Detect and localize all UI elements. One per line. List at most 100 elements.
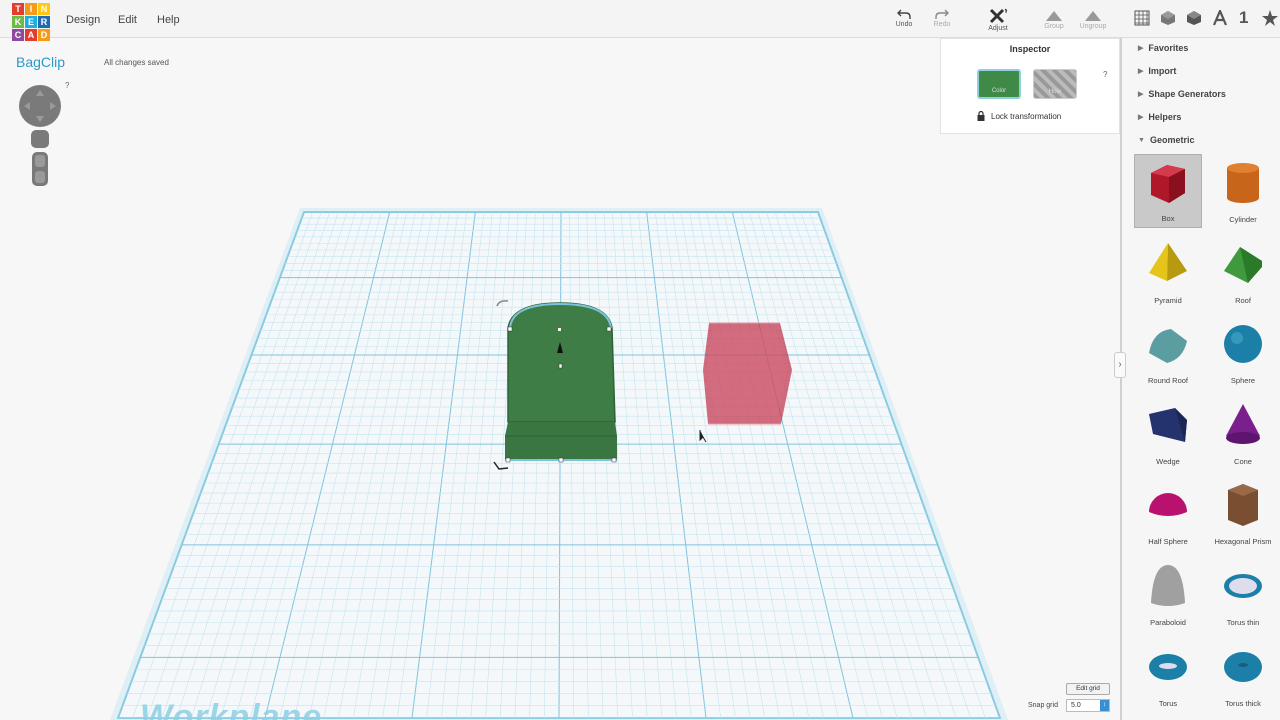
shape-pyramid[interactable]: Pyramid — [1134, 235, 1202, 309]
shape-label: Box — [1161, 214, 1175, 223]
adjust-button[interactable]: Adjust — [980, 8, 1016, 32]
logo-letter: N — [38, 3, 50, 15]
ungroup-label: Ungroup — [1079, 23, 1107, 30]
logo-letter: E — [25, 16, 37, 28]
half-sphere-icon — [1149, 493, 1187, 517]
pyramid-icon — [1149, 242, 1187, 281]
paraboloid-icon — [1151, 565, 1185, 606]
inspector-help-icon[interactable]: ? — [1103, 70, 1107, 79]
menu-edit[interactable]: Edit — [118, 14, 137, 26]
shape-paraboloid[interactable]: Paraboloid — [1134, 557, 1202, 631]
panel-section-label: Geometric — [1149, 135, 1195, 145]
adjust-label: Adjust — [988, 25, 1008, 32]
help-question-icon[interactable]: ? — [65, 81, 69, 90]
group-label: Group — [1044, 23, 1064, 30]
top-toolbar: Design Edit Help Undo Redo Adjust Group … — [0, 0, 1280, 38]
shape-label: Half Sphere — [1148, 537, 1188, 547]
workplane-canvas[interactable] — [0, 38, 1120, 720]
shape-box[interactable]: Box — [1134, 154, 1202, 228]
torus-icon — [1149, 653, 1187, 680]
lock-transformation-toggle[interactable]: Lock transformation — [977, 111, 1061, 121]
group-button[interactable]: Group — [1036, 8, 1072, 30]
shape-label: Torus thick — [1225, 698, 1261, 708]
shape-wedge[interactable]: Wedge — [1134, 396, 1202, 470]
ungroup-button[interactable]: Ungroup — [1075, 8, 1111, 30]
shape-label: Torus — [1158, 698, 1178, 708]
panel-section-label: Shape Generators — [1148, 89, 1226, 99]
snap-grid-select[interactable]: 5.0 ↕ — [1066, 699, 1110, 712]
undo-label: Undo — [895, 21, 913, 28]
shape-label: Round Roof — [1147, 376, 1189, 386]
panel-section-import[interactable]: ▶ Import — [1138, 66, 1176, 76]
inspector-panel: Inspector Color Hole ? Lock transformati… — [940, 38, 1120, 134]
triangle-right-icon: ▶ — [1138, 45, 1144, 52]
undo-button[interactable]: Undo — [886, 8, 922, 28]
triangle-right-icon: ▶ — [1138, 114, 1144, 121]
panel-section-geometric[interactable]: ▼ Geometric — [1138, 135, 1194, 145]
cube-solid-icon[interactable] — [1186, 10, 1202, 26]
shape-torus-thin[interactable]: Torus thin — [1209, 557, 1277, 631]
round-roof-icon — [1149, 329, 1187, 364]
panel-section-shape-generators[interactable]: ▶ Shape Generators — [1138, 89, 1226, 99]
green-rounded-shape[interactable] — [505, 302, 617, 463]
shape-half-sphere[interactable]: Half Sphere — [1134, 476, 1202, 550]
shape-roof[interactable]: Roof — [1209, 235, 1277, 309]
save-status: All changes saved — [104, 58, 169, 67]
chevron-updown-icon: ↕ — [1100, 700, 1109, 711]
shape-round-roof[interactable]: Round Roof — [1134, 315, 1202, 389]
view-navigation-control[interactable] — [18, 84, 62, 193]
triangle-right-icon: ▶ — [1138, 68, 1144, 75]
lock-label: Lock transformation — [991, 111, 1062, 121]
workplane-label: Workplane — [140, 698, 323, 720]
text-tool-icon[interactable] — [1212, 10, 1228, 26]
hole-label: Hole — [1048, 89, 1062, 95]
box-icon — [1151, 165, 1185, 203]
logo-letter: D — [38, 29, 50, 41]
panel-section-label: Favorites — [1148, 43, 1189, 53]
redo-label: Redo — [933, 21, 951, 28]
tinkercad-logo[interactable]: TIN KER CAD — [12, 3, 51, 42]
color-swatch-button[interactable]: Color — [977, 69, 1021, 99]
logo-letter: A — [25, 29, 37, 41]
hole-button[interactable]: Hole — [1033, 69, 1077, 99]
grid-view-icon[interactable] — [1134, 10, 1150, 26]
workplane-viewport[interactable]: Workplane — [0, 38, 1120, 720]
lock-icon — [977, 111, 985, 121]
cube-outline-icon[interactable] — [1160, 10, 1176, 26]
star-icon[interactable] — [1262, 10, 1278, 26]
redo-button[interactable]: Redo — [924, 8, 960, 28]
menu-help[interactable]: Help — [157, 14, 180, 26]
roof-icon — [1224, 246, 1262, 283]
snap-grid-label: Snap grid — [1028, 702, 1058, 709]
undo-icon — [897, 9, 911, 19]
sphere-icon — [1224, 325, 1262, 364]
panel-section-helpers[interactable]: ▶ Helpers — [1138, 112, 1181, 122]
logo-letter: R — [38, 16, 50, 28]
hexagonal-prism-icon — [1228, 484, 1258, 527]
panel-collapse-toggle[interactable]: › — [1114, 352, 1126, 378]
shape-label: Cylinder — [1229, 215, 1257, 224]
number-tool-icon[interactable]: 1 — [1239, 8, 1248, 28]
project-title[interactable]: BagClip — [16, 54, 65, 70]
red-transparent-box[interactable] — [703, 322, 792, 425]
menu-design[interactable]: Design — [66, 14, 100, 26]
panel-section-favorites[interactable]: ▶ Favorites — [1138, 43, 1188, 53]
orbit-control-icon[interactable] — [18, 84, 62, 188]
shape-sphere[interactable]: Sphere — [1209, 315, 1277, 389]
shape-cylinder[interactable]: Cylinder — [1209, 154, 1277, 228]
shape-torus[interactable]: Torus — [1134, 638, 1202, 712]
shape-label: Cone — [1234, 456, 1252, 466]
shape-cone[interactable]: Cone — [1209, 396, 1277, 470]
shape-hexagonal-prism[interactable]: Hexagonal Prism — [1209, 476, 1277, 550]
shape-label: Wedge — [1156, 456, 1180, 466]
shape-label: Torus thin — [1226, 618, 1260, 627]
ungroup-icon — [1085, 11, 1101, 21]
shape-label: Pyramid — [1154, 295, 1182, 305]
torus-thick-icon — [1224, 651, 1262, 682]
shape-label: Roof — [1235, 295, 1251, 305]
shape-torus-thick[interactable]: Torus thick — [1209, 638, 1277, 712]
logo-letter: C — [12, 29, 24, 41]
tinkercad-editor: Workplane Design Edit Help Undo Redo Adj… — [0, 0, 1280, 720]
triangle-down-icon: ▼ — [1138, 136, 1145, 144]
edit-grid-button[interactable]: Edit grid — [1066, 683, 1110, 695]
